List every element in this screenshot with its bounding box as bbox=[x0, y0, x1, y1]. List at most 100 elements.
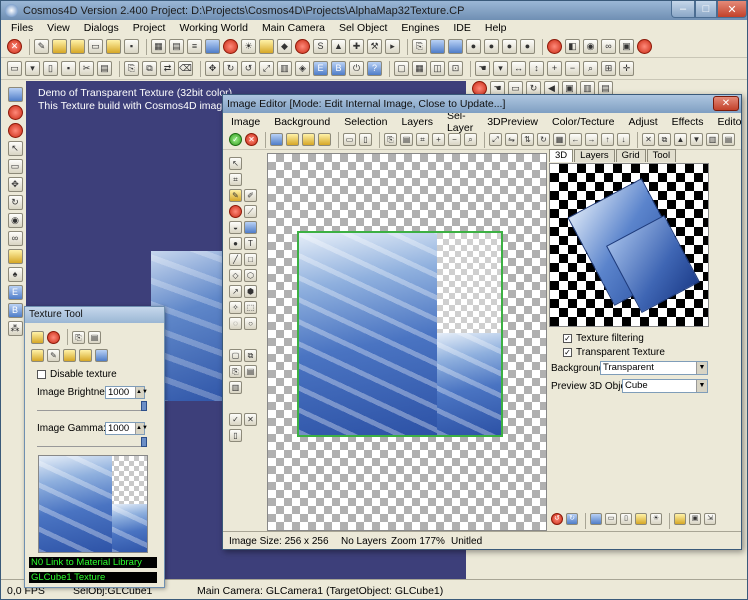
cut-icon[interactable]: ✂ bbox=[79, 61, 94, 76]
script-icon[interactable]: S bbox=[313, 39, 328, 54]
disable-texture-option[interactable]: Disable texture bbox=[37, 369, 117, 380]
clear-icon[interactable]: ✕ bbox=[642, 133, 655, 146]
export-preview-icon[interactable]: ⇲ bbox=[704, 513, 716, 525]
run-icon[interactable]: ▸ bbox=[385, 39, 400, 54]
texture-paste-icon[interactable]: ▤ bbox=[88, 330, 101, 344]
transparent-texture-option[interactable]: ✓ Transparent Texture bbox=[563, 347, 665, 358]
box3d-icon[interactable]: ▭ bbox=[7, 159, 23, 174]
tab-grid[interactable]: Grid bbox=[615, 149, 646, 162]
trash-icon[interactable]: ▯ bbox=[229, 429, 242, 442]
disk4-icon[interactable]: ● bbox=[520, 39, 535, 54]
save-preview-icon[interactable] bbox=[590, 513, 602, 525]
copy2-icon[interactable]: ⎘ bbox=[124, 61, 139, 76]
zoom-in-image-icon[interactable]: + bbox=[432, 133, 445, 146]
grid2-icon[interactable]: ▦ bbox=[412, 61, 427, 76]
layer-copy-icon[interactable]: ▤ bbox=[722, 133, 735, 146]
arrow-up-icon[interactable]: ↑ bbox=[601, 133, 614, 146]
menu-help[interactable]: Help bbox=[485, 22, 507, 34]
lasso-icon[interactable]: ◌ bbox=[229, 317, 242, 330]
shapes-icon[interactable]: ◧ bbox=[565, 39, 580, 54]
texture-load-icon[interactable] bbox=[31, 330, 44, 344]
paste-icon[interactable]: ▤ bbox=[97, 61, 112, 76]
zoom-in-icon[interactable]: + bbox=[547, 61, 562, 76]
menu-engines[interactable]: Engines bbox=[401, 22, 439, 34]
power-icon[interactable]: ⏻ bbox=[349, 61, 364, 76]
link-icon[interactable]: ∞ bbox=[601, 39, 616, 54]
menu-working-world[interactable]: Working World bbox=[179, 22, 247, 34]
ie-menu-editor[interactable]: Editor bbox=[718, 116, 741, 128]
b-icon[interactable]: B bbox=[331, 61, 346, 76]
select-tool-icon[interactable]: ↖ bbox=[229, 157, 242, 170]
transform-icon[interactable]: ⤢ bbox=[489, 133, 502, 146]
rotate2-icon[interactable]: ↺ bbox=[241, 61, 256, 76]
grid-image-icon[interactable]: ▦ bbox=[553, 133, 566, 146]
document-icon[interactable]: ▭ bbox=[88, 39, 103, 54]
rotate-right-icon[interactable]: ↻ bbox=[566, 513, 578, 525]
copy-tool-icon[interactable]: ⎘ bbox=[229, 365, 242, 378]
transparent-texture-checkbox[interactable]: ✓ bbox=[563, 348, 572, 357]
tab-tool[interactable]: Tool bbox=[646, 149, 677, 162]
ok-icon[interactable]: ✓ bbox=[229, 133, 242, 146]
disable-texture-checkbox[interactable] bbox=[37, 370, 46, 379]
move3d-icon[interactable]: ✥ bbox=[7, 177, 23, 192]
ie-menu-sel-layer[interactable]: Sel-Layer bbox=[447, 110, 473, 134]
frame-icon[interactable]: ▢ bbox=[394, 61, 409, 76]
open-image-icon[interactable] bbox=[286, 133, 299, 146]
light-icon[interactable]: ☀ bbox=[241, 39, 256, 54]
texture-save-icon[interactable] bbox=[79, 349, 92, 362]
tools-icon[interactable]: ✚ bbox=[349, 39, 364, 54]
camera-preview-icon[interactable]: ▣ bbox=[689, 513, 701, 525]
bucket-tool-icon[interactable]: ⬢ bbox=[244, 285, 257, 298]
texture-remove-icon[interactable] bbox=[47, 330, 60, 344]
render-icon[interactable] bbox=[7, 87, 23, 102]
world-icon[interactable] bbox=[448, 39, 463, 54]
rotate-image-icon[interactable]: ↻ bbox=[537, 133, 550, 146]
view-icon[interactable]: ◈ bbox=[295, 61, 310, 76]
split-icon[interactable]: ◫ bbox=[430, 61, 445, 76]
menu-view[interactable]: View bbox=[47, 22, 70, 34]
line-tool-icon[interactable]: ╱ bbox=[229, 253, 242, 266]
disk2-icon[interactable]: ● bbox=[484, 39, 499, 54]
chevron-down-icon[interactable]: ▼ bbox=[696, 380, 707, 392]
e-icon[interactable]: E bbox=[313, 61, 328, 76]
help-icon[interactable]: ? bbox=[367, 61, 382, 76]
lasso2-icon[interactable]: ○ bbox=[244, 317, 257, 330]
ellipse-tool-icon[interactable]: ◇ bbox=[229, 269, 242, 282]
links-icon[interactable]: ∞ bbox=[7, 231, 23, 246]
arrow-right-icon[interactable]: → bbox=[585, 133, 598, 146]
import-icon[interactable] bbox=[302, 133, 315, 146]
node-icon[interactable]: ◉ bbox=[583, 39, 598, 54]
merge-icon[interactable]: ⧉ bbox=[658, 133, 671, 146]
sphere-icon[interactable]: ◉ bbox=[7, 213, 23, 228]
spin-icon[interactable]: ▲▼ bbox=[135, 387, 148, 398]
eyedropper-icon[interactable]: ⟋ bbox=[244, 205, 257, 218]
layer-icon[interactable]: ▥ bbox=[706, 133, 719, 146]
brightness-slider-knob[interactable] bbox=[141, 401, 147, 411]
open2-icon[interactable]: ▯ bbox=[43, 61, 58, 76]
text-tool-icon[interactable]: T bbox=[244, 237, 257, 250]
skin-icon[interactable] bbox=[7, 249, 23, 264]
texture-material-icon[interactable] bbox=[95, 349, 108, 362]
rotate-left-icon[interactable]: ↺ bbox=[551, 513, 563, 525]
menu-sel-object[interactable]: Sel Object bbox=[339, 22, 387, 34]
globe-icon[interactable] bbox=[430, 39, 445, 54]
package-icon[interactable] bbox=[106, 39, 121, 54]
height-icon[interactable]: ↕ bbox=[529, 61, 544, 76]
extents-icon[interactable]: ⊞ bbox=[601, 61, 616, 76]
fit-icon[interactable]: ⊡ bbox=[448, 61, 463, 76]
stop-icon[interactable]: ✕ bbox=[7, 39, 22, 54]
hand-icon[interactable]: ☚ bbox=[475, 61, 490, 76]
dropdown2-icon[interactable]: ▾ bbox=[493, 61, 508, 76]
ie-menu-effects[interactable]: Effects bbox=[672, 116, 704, 128]
copy-icon[interactable]: ⎘ bbox=[412, 39, 427, 54]
zoom-out-icon[interactable]: − bbox=[565, 61, 580, 76]
rotate3d-icon[interactable]: ↻ bbox=[7, 195, 23, 210]
texture-copy-icon[interactable]: ⎘ bbox=[72, 330, 85, 344]
objects-icon[interactable]: ◆ bbox=[277, 39, 292, 54]
ie-menu-background[interactable]: Background bbox=[274, 116, 330, 128]
snap-icon[interactable]: ✛ bbox=[619, 61, 634, 76]
zoom-fit-icon[interactable]: ⌕ bbox=[464, 133, 477, 146]
preview-object-select[interactable]: Cube ▼ bbox=[622, 379, 708, 393]
delete-icon[interactable] bbox=[637, 39, 652, 54]
fill-icon[interactable]: ◒ bbox=[229, 221, 242, 234]
